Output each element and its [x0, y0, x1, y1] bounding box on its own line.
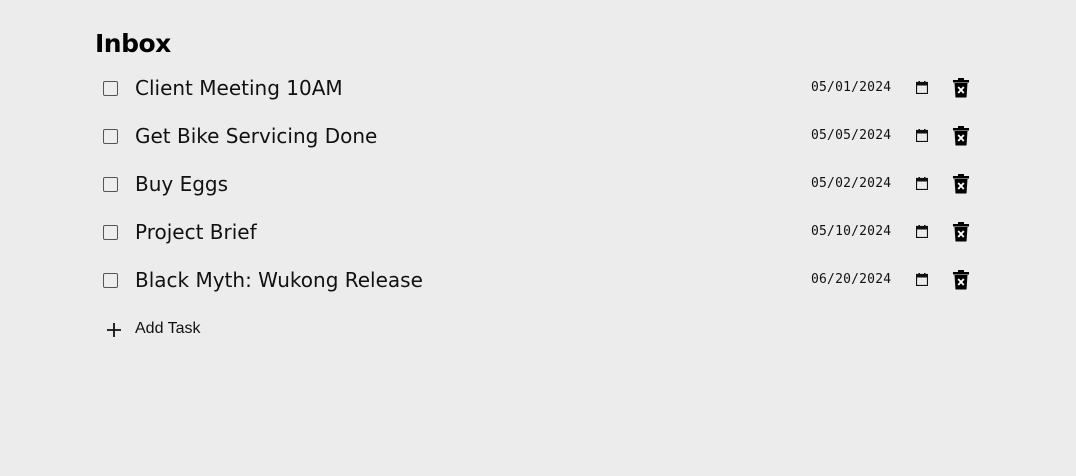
- trash-icon[interactable]: [953, 126, 969, 146]
- task-label: Client Meeting 10AM: [135, 76, 343, 100]
- due-date-value: 06/20/2024: [811, 272, 892, 287]
- trash-icon[interactable]: [953, 78, 969, 98]
- due-date-value: 05/02/2024: [811, 176, 892, 191]
- calendar-icon[interactable]: [916, 225, 928, 238]
- add-task-label: Add Task: [135, 320, 201, 337]
- due-date-input[interactable]: 05/05/2024: [811, 126, 933, 146]
- todo-page: Inbox Client Meeting 10AM 05/01/2024 Get…: [0, 0, 1076, 476]
- page-title: Inbox: [95, 29, 171, 58]
- task-checkbox[interactable]: [103, 273, 118, 288]
- trash-icon[interactable]: [953, 270, 969, 290]
- task-checkbox[interactable]: [103, 177, 118, 192]
- task-label: Buy Eggs: [135, 172, 229, 196]
- due-date-value: 05/05/2024: [811, 128, 892, 143]
- add-task-button[interactable]: Add Task: [104, 316, 214, 342]
- due-date-input[interactable]: 05/02/2024: [811, 174, 933, 194]
- task-checkbox[interactable]: [103, 129, 118, 144]
- trash-icon[interactable]: [953, 222, 969, 242]
- task-label: Project Brief: [135, 220, 257, 244]
- task-checkbox[interactable]: [103, 81, 118, 96]
- trash-icon[interactable]: [953, 174, 969, 194]
- calendar-icon[interactable]: [916, 81, 928, 94]
- calendar-icon[interactable]: [916, 177, 928, 190]
- task-label: Get Bike Servicing Done: [135, 124, 378, 148]
- due-date-input[interactable]: 06/20/2024: [811, 270, 933, 290]
- task-row: Buy Eggs 05/02/2024: [95, 160, 995, 208]
- task-checkbox[interactable]: [103, 225, 118, 240]
- plus-icon: [107, 323, 121, 337]
- task-label: Black Myth: Wukong Release: [135, 268, 423, 292]
- due-date-input[interactable]: 05/01/2024: [811, 78, 933, 98]
- due-date-value: 05/01/2024: [811, 80, 892, 95]
- task-row: Get Bike Servicing Done 05/05/2024: [95, 112, 995, 160]
- task-list: Client Meeting 10AM 05/01/2024 Get Bike …: [95, 64, 995, 304]
- task-row: Black Myth: Wukong Release 06/20/2024: [95, 256, 995, 304]
- task-row: Project Brief 05/10/2024: [95, 208, 995, 256]
- due-date-input[interactable]: 05/10/2024: [811, 222, 933, 242]
- calendar-icon[interactable]: [916, 129, 928, 142]
- calendar-icon[interactable]: [916, 273, 928, 286]
- task-row: Client Meeting 10AM 05/01/2024: [95, 64, 995, 112]
- due-date-value: 05/10/2024: [811, 224, 892, 239]
